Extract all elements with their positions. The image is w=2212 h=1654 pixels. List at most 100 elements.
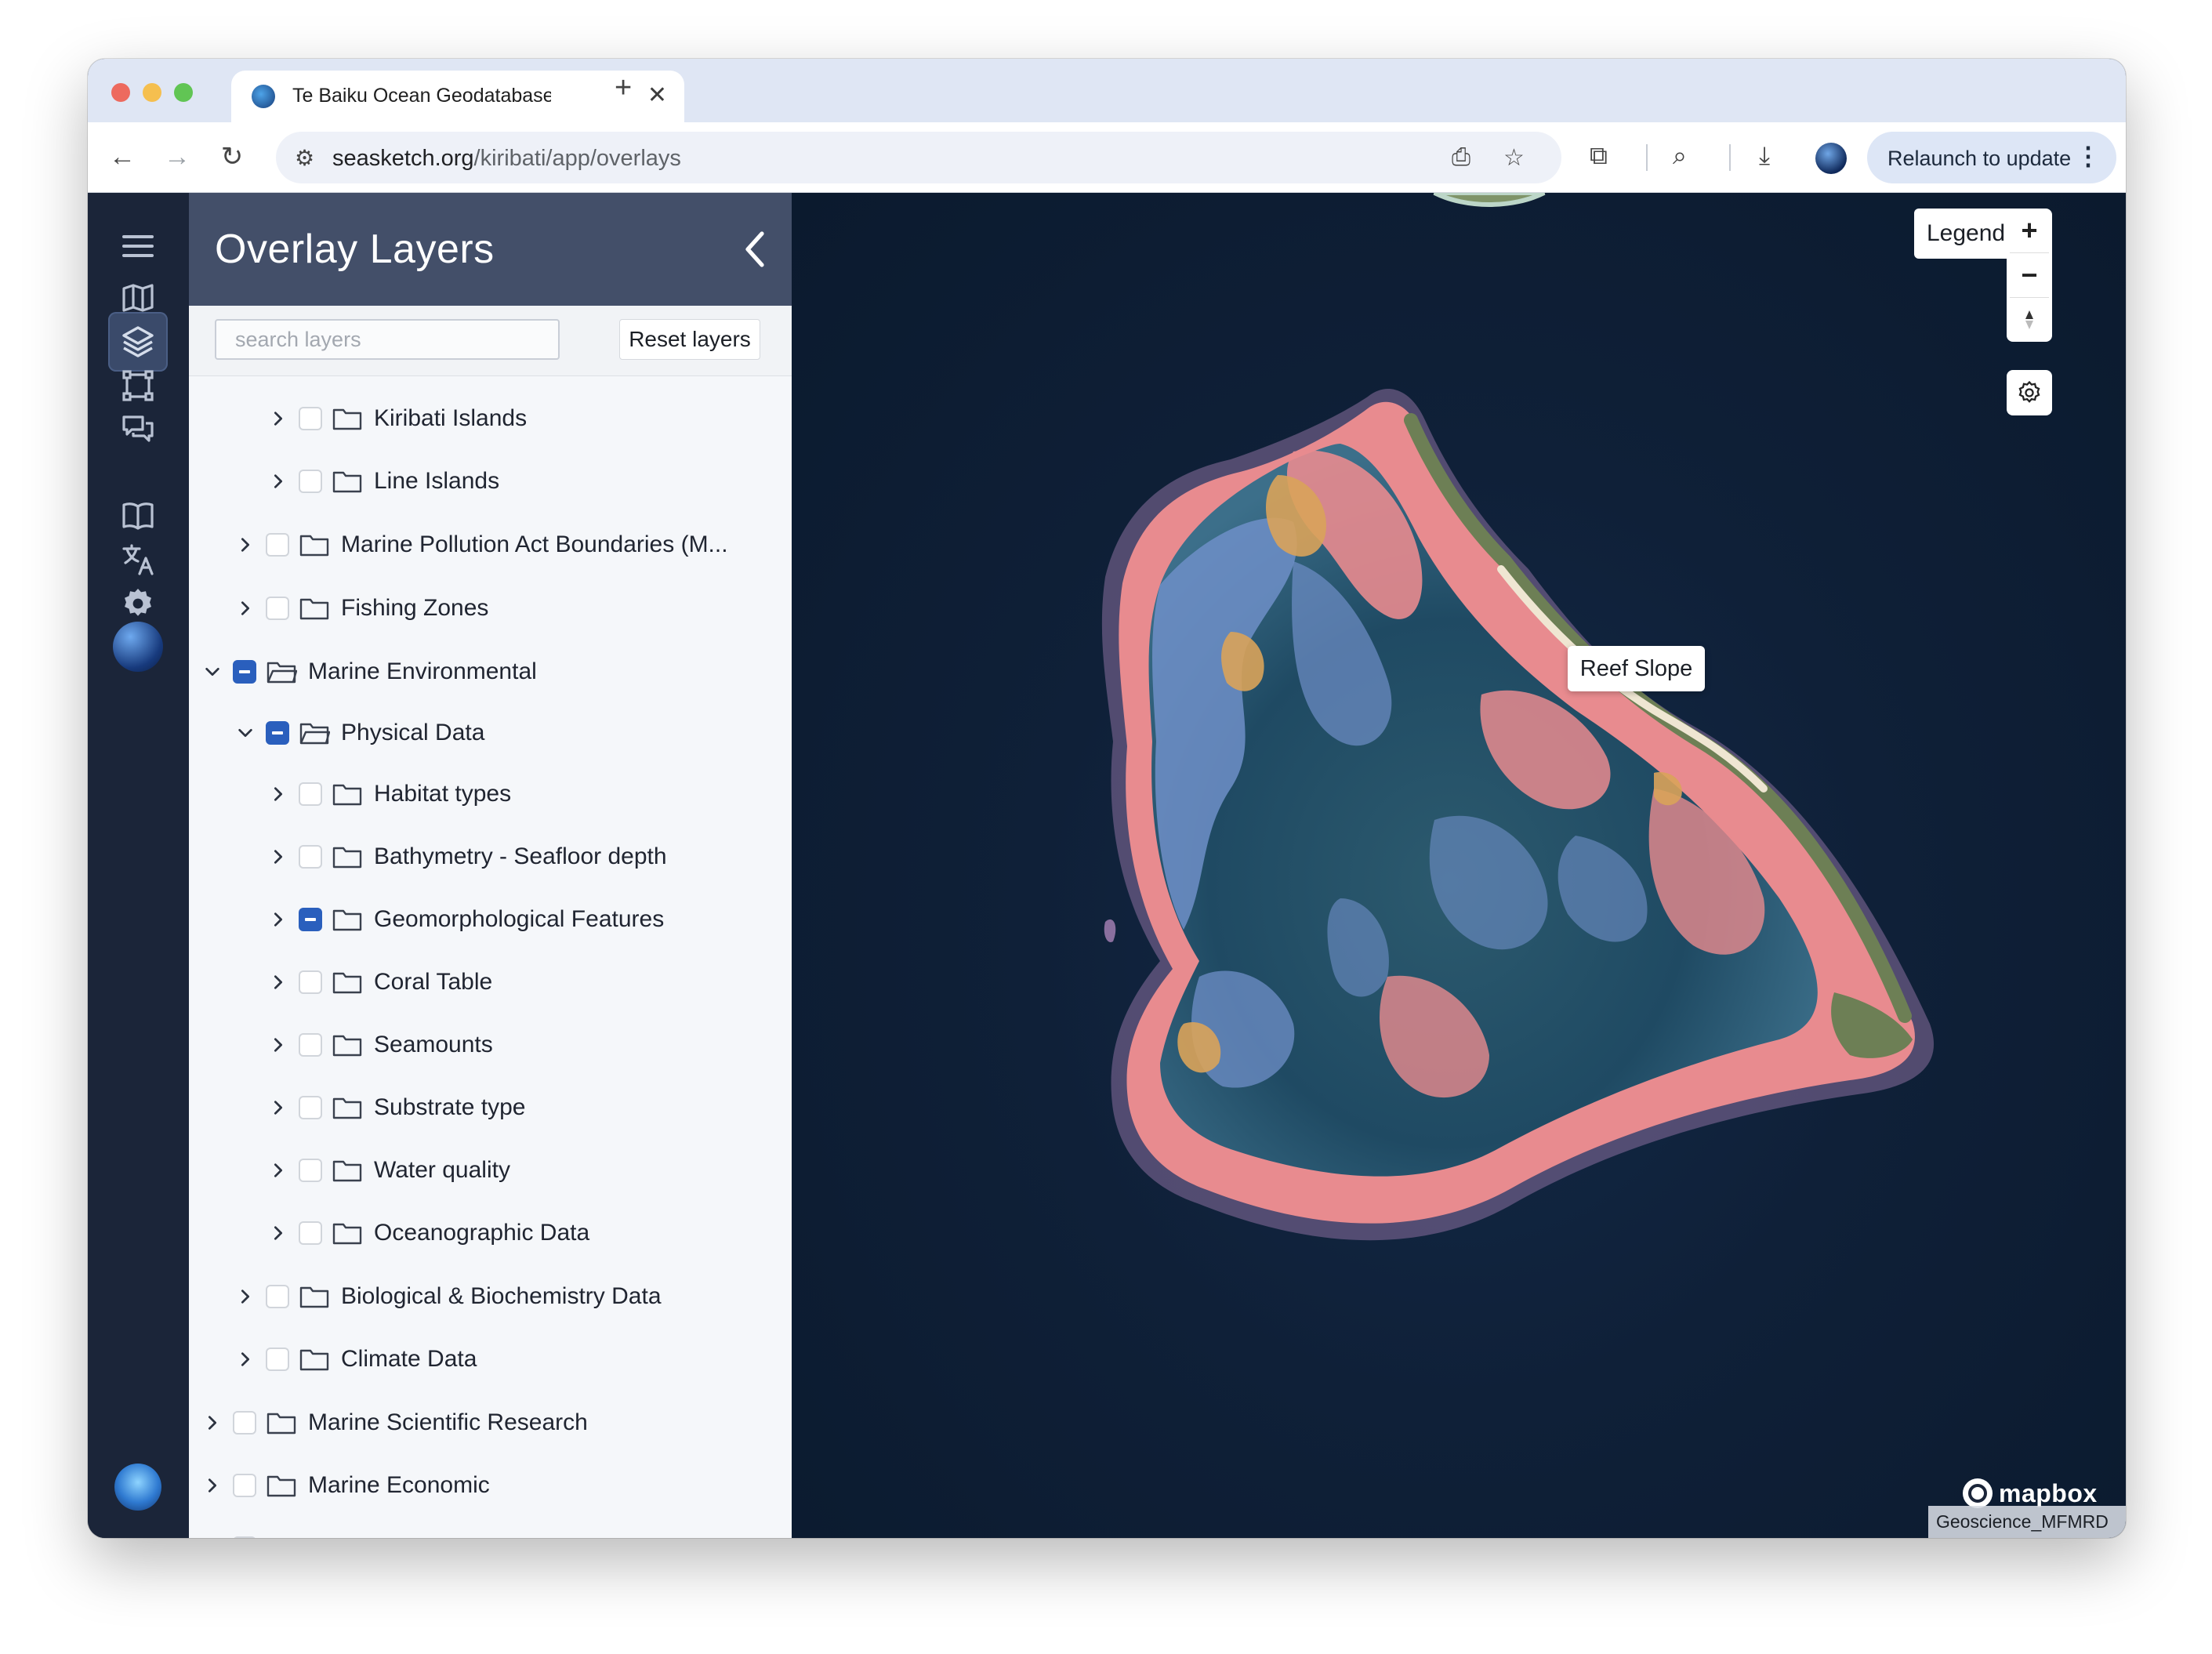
layer-tree-row[interactable]: Biological & Biochemistry Data xyxy=(231,1273,662,1320)
layer-tree-row[interactable]: Geomorphological Features xyxy=(264,896,664,943)
reload-icon[interactable]: ↻ xyxy=(215,140,249,174)
layer-checkbox[interactable] xyxy=(299,407,322,430)
layer-checkbox[interactable] xyxy=(299,1159,322,1182)
chevron-right-icon[interactable] xyxy=(231,1282,259,1311)
nav-rail xyxy=(88,193,189,1538)
layer-tree-row[interactable]: Line Islands xyxy=(264,458,499,505)
chevron-right-icon[interactable] xyxy=(264,968,292,996)
chevron-right-icon[interactable] xyxy=(198,1409,227,1437)
toolbar-divider xyxy=(1646,144,1648,171)
folder-icon xyxy=(299,595,330,622)
profile-avatar[interactable] xyxy=(1815,143,1847,174)
address-bar[interactable]: ⚙ seasketch.org/kiribati/app/overlays ⎙ … xyxy=(276,132,1561,183)
layer-checkbox[interactable] xyxy=(266,721,289,745)
extensions-icon[interactable]: ⧉ xyxy=(1590,141,1608,171)
layer-tree-row[interactable]: Marine Scientific Research xyxy=(198,1399,588,1446)
chevron-right-icon[interactable] xyxy=(264,905,292,934)
layer-tree-row[interactable]: Physical Data xyxy=(231,709,484,756)
close-window-button[interactable] xyxy=(111,83,130,102)
layer-tree-row[interactable]: Bathymetry - Seafloor depth xyxy=(264,833,667,880)
layer-tree-row[interactable]: Habitat types xyxy=(264,771,511,818)
layer-checkbox[interactable] xyxy=(299,1033,322,1057)
layer-label: Climate Data xyxy=(341,1346,477,1372)
layer-tree-row[interactable]: Kiribati Islands xyxy=(264,395,527,442)
layer-tree-row[interactable]: Seamounts xyxy=(264,1021,493,1068)
forum-icon[interactable] xyxy=(108,400,168,459)
layer-label: Substrate type xyxy=(374,1094,526,1120)
url-text[interactable]: seasketch.org/kiribati/app/overlays xyxy=(332,146,681,172)
layer-tree-row[interactable]: Water quality xyxy=(264,1147,510,1194)
more-menu-icon[interactable]: ⋮ xyxy=(2076,141,2101,171)
layer-tree-row[interactable]: Coral Table xyxy=(264,959,492,1006)
download-icon[interactable]: ⤓ xyxy=(1759,141,1770,171)
menu-icon[interactable] xyxy=(108,216,168,276)
maximize-window-button[interactable] xyxy=(174,83,193,102)
map-canvas[interactable]: Legend + − Reef Slope mapbox Geoscience_… xyxy=(792,193,2126,1538)
layer-checkbox[interactable] xyxy=(299,782,322,806)
layer-checkbox[interactable] xyxy=(233,1411,256,1435)
layer-tree-row[interactable]: Sociocultural xyxy=(198,1525,443,1538)
tab-close-icon[interactable]: ✕ xyxy=(647,82,667,109)
layer-tree-row[interactable]: Marine Economic xyxy=(198,1462,490,1509)
mapbox-mark-icon xyxy=(1963,1478,1993,1508)
folder-icon xyxy=(332,468,363,495)
chevron-right-icon[interactable] xyxy=(231,594,259,622)
layer-checkbox[interactable] xyxy=(266,1348,289,1371)
layer-tree-row[interactable]: Marine Environmental xyxy=(198,648,537,695)
map-settings-icon[interactable] xyxy=(2007,370,2052,415)
zoom-in-button[interactable]: + xyxy=(2007,209,2052,252)
chevron-right-icon[interactable] xyxy=(264,843,292,871)
collapse-panel-icon[interactable] xyxy=(736,226,775,273)
zoom-out-button[interactable]: − xyxy=(2007,253,2052,297)
layer-tree-row[interactable]: Climate Data xyxy=(231,1336,477,1383)
chevron-right-icon[interactable] xyxy=(198,1534,227,1538)
chevron-down-icon[interactable] xyxy=(198,658,227,686)
layer-tree-row[interactable]: Fishing Zones xyxy=(231,585,488,632)
layer-checkbox[interactable] xyxy=(233,660,256,684)
map-attribution[interactable]: Geoscience_MFMRD xyxy=(1928,1506,2126,1538)
chevron-right-icon[interactable] xyxy=(264,404,292,433)
chevron-right-icon[interactable] xyxy=(264,780,292,808)
reset-layers-button[interactable]: Reset layers xyxy=(619,319,760,360)
relaunch-button[interactable]: Relaunch to update ⋮ xyxy=(1867,132,2116,183)
layer-label: Marine Economic xyxy=(308,1472,490,1498)
layer-tree-row[interactable]: Marine Pollution Act Boundaries (M... xyxy=(231,521,728,568)
layer-checkbox[interactable] xyxy=(299,1096,322,1119)
layer-checkbox[interactable] xyxy=(233,1474,256,1497)
settings-icon[interactable] xyxy=(108,574,168,633)
layer-label: Habitat types xyxy=(374,781,512,807)
layer-label: Marine Pollution Act Boundaries (M... xyxy=(341,531,728,557)
layer-checkbox[interactable] xyxy=(266,1285,289,1308)
chevron-right-icon[interactable] xyxy=(264,1094,292,1122)
layer-tree-row[interactable]: Oceanographic Data xyxy=(264,1210,589,1257)
chevron-right-icon[interactable] xyxy=(264,1156,292,1184)
layer-checkbox[interactable] xyxy=(299,908,322,931)
layer-checkbox[interactable] xyxy=(266,533,289,557)
layer-checkbox[interactable] xyxy=(299,470,322,493)
forward-icon[interactable]: → xyxy=(160,140,194,174)
mapbox-logo[interactable]: mapbox xyxy=(1963,1478,2098,1508)
chevron-right-icon[interactable] xyxy=(264,467,292,495)
minimize-window-button[interactable] xyxy=(143,83,161,102)
new-tab-button[interactable]: + xyxy=(615,73,632,103)
back-icon[interactable]: ← xyxy=(105,140,140,174)
bookmark-star-icon[interactable]: ☆ xyxy=(1503,144,1525,172)
chevron-right-icon[interactable] xyxy=(231,1345,259,1373)
chevron-right-icon[interactable] xyxy=(198,1471,227,1500)
tab-search-icon[interactable]: ⌕ xyxy=(1673,141,1687,171)
seasketch-logo[interactable] xyxy=(114,1464,161,1511)
layer-checkbox[interactable] xyxy=(299,970,322,994)
chevron-down-icon[interactable] xyxy=(231,719,259,747)
chevron-right-icon[interactable] xyxy=(264,1031,292,1059)
layer-checkbox[interactable] xyxy=(299,1221,322,1245)
layer-tree-row[interactable]: Substrate type xyxy=(264,1084,525,1131)
layer-checkbox[interactable] xyxy=(233,1536,256,1538)
layer-checkbox[interactable] xyxy=(266,597,289,620)
compass-icon[interactable] xyxy=(2007,298,2052,342)
layer-checkbox[interactable] xyxy=(299,845,322,869)
chevron-right-icon[interactable] xyxy=(231,531,259,559)
site-settings-icon[interactable]: ⚙ xyxy=(295,145,314,171)
search-layers-input[interactable] xyxy=(215,319,560,360)
install-app-icon[interactable]: ⎙ xyxy=(1452,144,1470,171)
chevron-right-icon[interactable] xyxy=(264,1219,292,1247)
